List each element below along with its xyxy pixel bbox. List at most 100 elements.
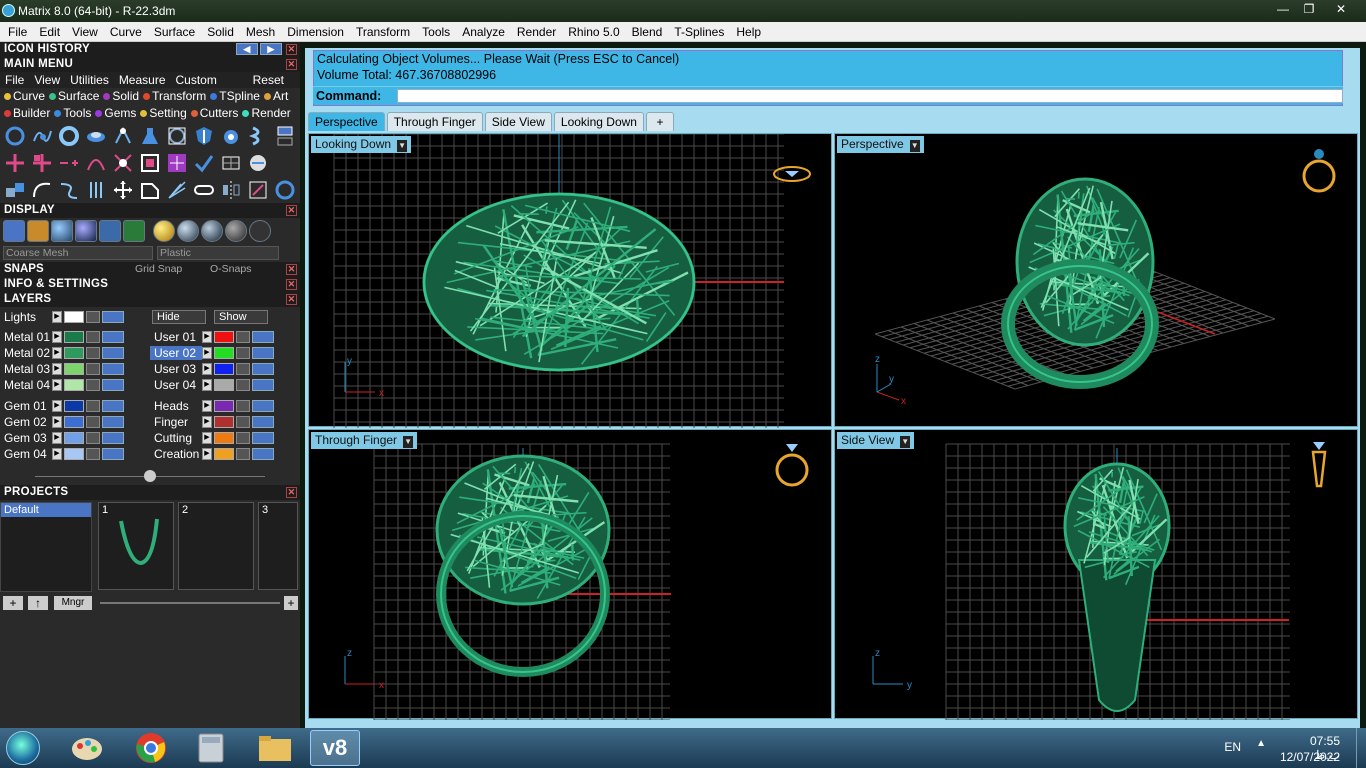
green-box-icon[interactable]: [123, 220, 145, 242]
menu-file[interactable]: File: [2, 25, 33, 39]
cat-builder[interactable]: Builder: [2, 105, 52, 122]
target-icon[interactable]: [165, 124, 189, 148]
lock-icon[interactable]: [86, 432, 100, 444]
blend-curve-icon[interactable]: [57, 178, 81, 202]
visibility-toggle[interactable]: [252, 331, 274, 343]
gold-sphere-icon[interactable]: [153, 220, 175, 242]
layer-color-swatch[interactable]: [214, 448, 234, 460]
viewport-label-tl[interactable]: Looking Down ▼: [311, 136, 412, 153]
visibility-toggle[interactable]: [102, 331, 124, 343]
expand-icon[interactable]: ▶: [52, 416, 62, 428]
tab-looking-down[interactable]: Looking Down: [553, 112, 644, 131]
layer-color-swatch[interactable]: [214, 432, 234, 444]
menu-rhino[interactable]: Rhino 5.0: [562, 25, 625, 39]
expand-icon[interactable]: ▶: [52, 311, 62, 323]
layer-row[interactable]: Creation ▶: [150, 446, 274, 462]
viewport-menu-icon[interactable]: ▼: [397, 140, 408, 152]
expand-icon[interactable]: ▶: [52, 432, 62, 444]
layer-row[interactable]: Gem 01 ▶: [0, 398, 124, 414]
mm-view[interactable]: View: [29, 73, 65, 87]
layer-name[interactable]: Gem 04: [0, 447, 52, 461]
cubes-icon[interactable]: [3, 178, 27, 202]
grid-snap-toggle[interactable]: Grid Snap: [135, 262, 182, 277]
ring-tool-icon[interactable]: [57, 124, 81, 148]
grid-display-icon[interactable]: [3, 220, 25, 242]
viewport-side-view[interactable]: z y Side View ▼: [834, 429, 1358, 720]
purple-block-icon[interactable]: [165, 151, 189, 175]
menu-tsplines[interactable]: T-Splines: [668, 25, 730, 39]
hide-button[interactable]: Hide: [152, 310, 206, 324]
history-forward-icon[interactable]: ▶: [260, 43, 282, 55]
link-icon[interactable]: [192, 178, 216, 202]
zoom-in-icon[interactable]: +: [284, 596, 298, 610]
close-icon[interactable]: ✕: [286, 205, 297, 216]
maximize-button[interactable]: ❐: [1296, 0, 1322, 18]
chrome-app-icon[interactable]: [126, 730, 176, 766]
display-header[interactable]: DISPLAY ✕: [0, 203, 300, 218]
viewport-perspective[interactable]: z y x Perspective ▼: [834, 133, 1358, 427]
menu-tools[interactable]: Tools: [416, 25, 456, 39]
lock-icon[interactable]: [86, 379, 100, 391]
file-explorer-icon[interactable]: [250, 730, 300, 766]
layer-name[interactable]: Finger: [150, 415, 202, 429]
expand-icon[interactable]: ▶: [52, 363, 62, 375]
layers-header[interactable]: LAYERS ✕: [0, 292, 300, 307]
start-button[interactable]: [6, 731, 40, 765]
cat-render[interactable]: Render: [240, 105, 292, 122]
tray-expand-icon[interactable]: ▲: [1256, 738, 1266, 749]
layer-row[interactable]: Heads ▶: [150, 398, 274, 414]
viewport-menu-icon[interactable]: ▼: [900, 436, 911, 448]
no-material-icon[interactable]: [249, 220, 271, 242]
layer-name[interactable]: Metal 01: [0, 330, 52, 344]
menu-mesh[interactable]: Mesh: [240, 25, 281, 39]
lock-icon[interactable]: [236, 416, 250, 428]
lock-icon[interactable]: [236, 379, 250, 391]
layer-name[interactable]: Metal 03: [0, 362, 52, 376]
upload-icon[interactable]: ↑: [28, 596, 48, 610]
icon-history-header[interactable]: ICON HISTORY ◀ ▶ ✕: [0, 42, 300, 57]
layer-color-swatch[interactable]: [64, 331, 84, 343]
blue-sphere-icon[interactable]: [75, 220, 97, 242]
lock-icon[interactable]: [236, 432, 250, 444]
visibility-toggle[interactable]: [102, 379, 124, 391]
visibility-toggle[interactable]: [252, 400, 274, 412]
visibility-toggle[interactable]: [252, 363, 274, 375]
visibility-toggle[interactable]: [102, 432, 124, 444]
viewport-label-bl[interactable]: Through Finger ▼: [311, 432, 418, 449]
tab-perspective[interactable]: Perspective: [308, 112, 385, 131]
lights-swatch[interactable]: [64, 311, 84, 323]
zoom-slider[interactable]: [100, 602, 280, 604]
layer-name[interactable]: User 01: [150, 330, 202, 344]
gem-seat-icon[interactable]: [84, 124, 108, 148]
cat-surface[interactable]: Surface: [47, 88, 101, 105]
shield-icon[interactable]: [192, 124, 216, 148]
expand-icon[interactable]: ▶: [202, 432, 212, 444]
close-icon[interactable]: ✕: [286, 279, 297, 290]
layer-color-swatch[interactable]: [64, 379, 84, 391]
visibility-toggle[interactable]: [102, 311, 124, 323]
cat-setting[interactable]: Setting: [138, 105, 188, 122]
layer-name[interactable]: Gem 02: [0, 415, 52, 429]
cat-solid[interactable]: Solid: [101, 88, 141, 105]
tab-side-view[interactable]: Side View: [484, 112, 552, 131]
layer-name[interactable]: Heads: [150, 399, 202, 413]
layer-row[interactable]: User 01 ▶: [150, 329, 274, 345]
layer-name[interactable]: User 03: [150, 362, 202, 376]
layer-name[interactable]: User 04: [150, 378, 202, 392]
expand-icon[interactable]: ▶: [52, 331, 62, 343]
add-project-icon[interactable]: +: [3, 596, 23, 610]
collapse-icon[interactable]: [144, 470, 156, 482]
layer-row[interactable]: Metal 01 ▶: [0, 329, 124, 345]
expand-icon[interactable]: ▶: [202, 379, 212, 391]
layer-name[interactable]: User 02: [150, 346, 202, 360]
layer-color-swatch[interactable]: [214, 363, 234, 375]
menu-dimension[interactable]: Dimension: [281, 25, 350, 39]
layer-color-swatch[interactable]: [64, 400, 84, 412]
project-thumb-3[interactable]: 3: [258, 502, 298, 590]
layer-name[interactable]: Gem 01: [0, 399, 52, 413]
viewport-menu-icon[interactable]: ▼: [403, 436, 414, 448]
layer-row[interactable]: User 02 ▶: [150, 345, 274, 361]
close-icon[interactable]: ✕: [286, 59, 297, 70]
scale-icon[interactable]: [138, 178, 162, 202]
expand-icon[interactable]: ▶: [202, 347, 212, 359]
